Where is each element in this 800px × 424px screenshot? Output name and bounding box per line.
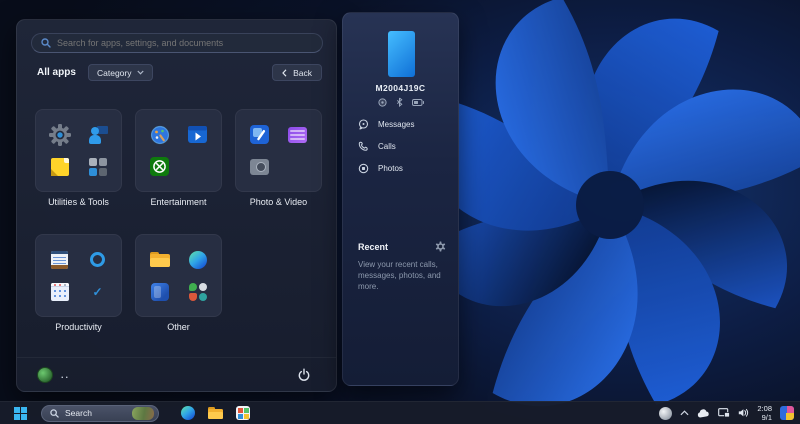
more-utilities-icons <box>86 155 110 179</box>
category-tile-productivity[interactable]: ✓ <box>35 234 122 317</box>
phone-menu-label: Photos <box>378 163 403 173</box>
taskbar-clock[interactable]: 2:08 9/1 <box>757 404 772 423</box>
battery-icon <box>411 98 424 106</box>
volume-icon[interactable] <box>738 408 749 418</box>
category-dropdown-label: Category <box>97 67 132 78</box>
start-button[interactable] <box>9 405 31 422</box>
search-icon <box>41 38 51 48</box>
gear-icon[interactable] <box>435 241 446 252</box>
all-apps-title: All apps <box>37 67 76 78</box>
video-editor-icon <box>286 123 310 147</box>
chevron-down-icon <box>136 70 144 75</box>
settings-icon <box>48 123 72 147</box>
cast-display-icon[interactable] <box>718 408 731 418</box>
corner-app-icon[interactable] <box>780 406 794 420</box>
power-icon <box>298 368 310 381</box>
more-apps-icons <box>186 280 210 304</box>
sticky-notes-icon <box>48 155 72 179</box>
category-tile-other[interactable] <box>135 234 222 317</box>
bing-daily-image-icon[interactable] <box>132 406 154 420</box>
device-name: M2004J19C <box>375 83 426 93</box>
back-button-label: Back <box>293 67 312 78</box>
photo-icon <box>358 163 369 173</box>
photos-icon <box>248 123 272 147</box>
paint-icon <box>148 123 172 147</box>
calendar-icon <box>48 280 72 304</box>
category-dropdown[interactable]: Category <box>88 64 153 81</box>
phone-menu-calls[interactable]: Calls <box>343 135 458 157</box>
taskbar: Search 2:08 9/1 <box>0 401 800 424</box>
power-button[interactable] <box>292 364 316 386</box>
phone-device-icon <box>388 31 415 77</box>
user-name[interactable]: .. <box>61 370 70 380</box>
all-apps-header: All apps Category Back <box>17 64 336 84</box>
phone-menu-label: Messages <box>378 119 415 129</box>
phone-menu: Messages Calls Photos <box>343 113 458 179</box>
store-window-icon <box>148 280 172 304</box>
weather-tray-icon[interactable] <box>659 406 673 420</box>
phone-icon <box>358 141 368 151</box>
clock-time: 2:08 <box>757 403 772 413</box>
quick-assist-icon <box>86 123 110 147</box>
camera-icon <box>248 155 272 179</box>
windows-logo-icon <box>13 406 27 420</box>
tile-label: Photo & Video <box>249 197 308 207</box>
start-menu-footer: .. <box>17 357 336 391</box>
taskbar-edge-icon[interactable] <box>181 406 195 420</box>
notepad-icon <box>48 248 72 272</box>
taskbar-file-explorer-icon[interactable] <box>208 407 223 419</box>
phone-status-row <box>343 97 458 107</box>
phone-link-panel: M2004J19C Messages Calls Photos Recent V… <box>342 12 459 386</box>
phone-menu-photos[interactable]: Photos <box>343 157 458 179</box>
recent-description: View your recent calls, messages, photos… <box>358 260 441 292</box>
phone-menu-label: Calls <box>378 141 396 151</box>
message-icon <box>358 118 369 130</box>
todo-check-icon: ✓ <box>92 284 103 299</box>
recent-header: Recent <box>358 241 446 252</box>
chevron-left-icon <box>282 68 287 77</box>
onedrive-cloud-icon[interactable] <box>697 408 710 418</box>
clock-date: 9/1 <box>761 413 772 422</box>
start-search-bar[interactable] <box>31 33 323 53</box>
hidden-icons-chevron[interactable] <box>680 410 689 416</box>
category-tile-photo-video[interactable] <box>235 109 322 192</box>
search-icon <box>50 408 59 418</box>
tile-label: Entertainment <box>150 197 207 207</box>
taskbar-search-label: Search <box>65 408 92 418</box>
category-tile-entertainment[interactable] <box>135 109 222 192</box>
bluetooth-icon <box>396 97 402 107</box>
start-menu-panel: All apps Category Back <box>16 19 337 392</box>
taskbar-search[interactable]: Search <box>41 404 159 422</box>
cortana-icon <box>86 248 110 272</box>
movies-tv-icon <box>186 123 210 147</box>
xbox-icon <box>148 155 172 179</box>
tile-label: Productivity <box>55 322 102 332</box>
file-explorer-icon <box>148 248 172 272</box>
phone-menu-messages[interactable]: Messages <box>343 113 458 135</box>
search-input[interactable] <box>57 38 313 48</box>
category-tile-utilities-tools[interactable] <box>35 109 122 192</box>
edge-icon <box>186 248 210 272</box>
tile-label: Other <box>167 322 190 332</box>
signal-icon <box>377 97 387 107</box>
taskbar-store-icon[interactable] <box>236 406 250 420</box>
user-avatar[interactable] <box>37 366 53 383</box>
back-button[interactable]: Back <box>272 64 322 81</box>
recent-title: Recent <box>358 241 389 252</box>
tile-label: Utilities & Tools <box>48 197 109 207</box>
